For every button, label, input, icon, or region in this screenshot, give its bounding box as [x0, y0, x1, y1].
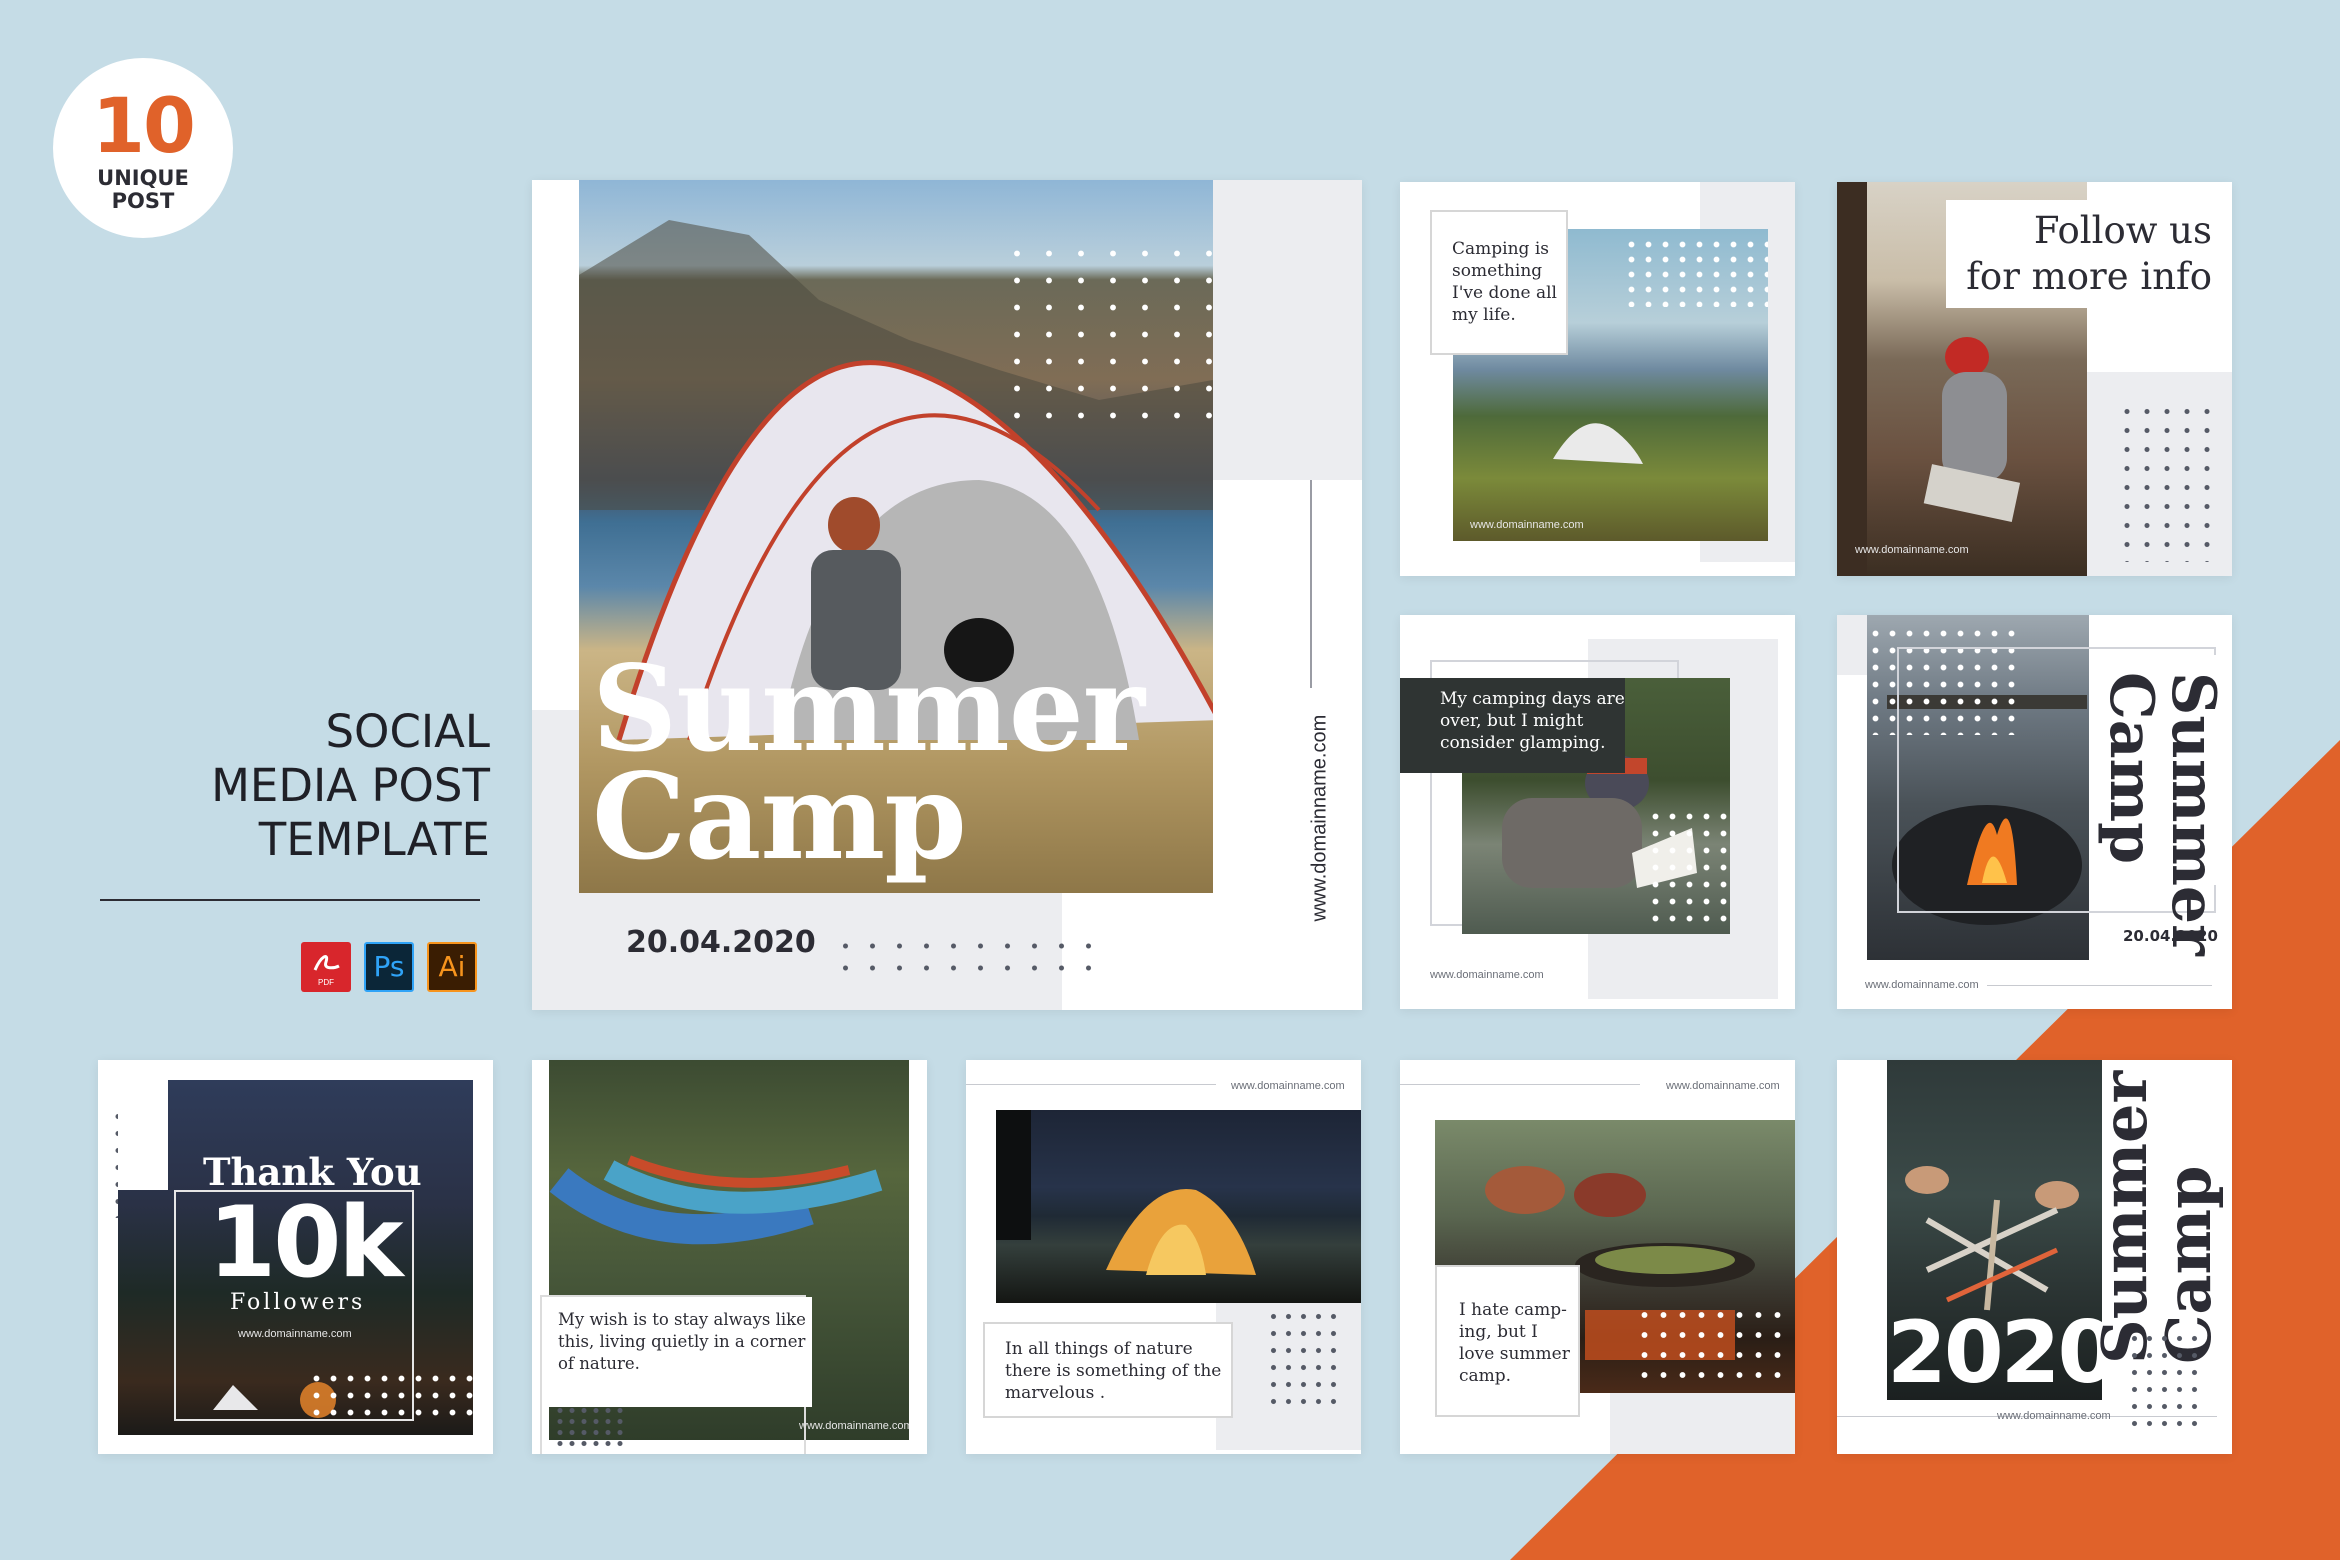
post8-quote: In all things of nature there is somethi… — [1005, 1339, 1222, 1403]
post-summer-camp-fire: Summer Camp 20.04.2020 www.domainname.co… — [1837, 615, 2232, 1009]
main-date: 20.04.2020 — [626, 925, 816, 960]
dark-dot-grid — [1266, 1308, 1341, 1408]
post-nature-quote: www.domainname.com In all things of natu… — [966, 1060, 1361, 1454]
template-heading: SOCIAL MEDIA POST TEMPLATE — [211, 705, 490, 867]
badge-number: 10 — [92, 81, 196, 170]
badge-label-2: POST — [111, 189, 175, 213]
post2-quote: Camping is something I've done all my li… — [1452, 239, 1557, 325]
photoshop-icon-label: Ps — [373, 950, 405, 983]
vertical-title: Summer Camp — [2088, 1071, 2232, 1364]
main-url: www.domainname.com — [1308, 714, 1331, 922]
quote-box-dark: My camping days are over, but I might co… — [1400, 678, 1625, 773]
post8-url: www.domainname.com — [1231, 1080, 1345, 1092]
post-summer-camp-main: Summer Camp 20.04.2020 www.domainname.co… — [532, 180, 1362, 1010]
badge-label-1: UNIQUE — [97, 166, 189, 190]
post7-quote: My wish is to stay always like this, liv… — [558, 1310, 806, 1373]
post7-url: www.domainname.com — [799, 1420, 909, 1432]
quote-box: I hate camp-ing, but I love summer camp. — [1435, 1265, 1580, 1417]
post-glamping-quote: My camping days are over, but I might co… — [1400, 615, 1795, 1009]
dark-dot-grid — [2117, 402, 2217, 562]
post-camping-quote: www.domainname.com Camping is something … — [1400, 182, 1795, 576]
dark-dot-grid — [832, 935, 1112, 979]
quote-box: Camping is something I've done all my li… — [1430, 210, 1568, 355]
dark-dot-grid — [2127, 1330, 2202, 1430]
post3-title-1: Follow us — [2033, 209, 2212, 252]
post5-title-2: Camp — [2096, 672, 2166, 865]
post-follow-us: www.domainname.com Follow us for more in… — [1837, 182, 2232, 576]
post3-url: www.domainname.com — [1855, 544, 1969, 556]
post-summer-camp-quote: www.domainname.com I hate camp-ing, but … — [1400, 1060, 1795, 1454]
post3-title-2: for more info — [1966, 255, 2212, 298]
white-dot-grid — [1635, 1305, 1785, 1385]
pdf-icon: PDF — [301, 942, 351, 992]
divider-line — [1400, 1084, 1640, 1085]
grey-block — [1212, 180, 1362, 480]
post4-url: www.domainname.com — [1430, 969, 1544, 981]
vertical-title: Summer Camp — [2096, 655, 2232, 956]
vertical-divider — [1310, 480, 1312, 688]
post9-url: www.domainname.com — [1666, 1080, 1780, 1092]
post5-title-1: Summer — [2158, 672, 2228, 956]
white-dot-grid — [1623, 237, 1768, 307]
divider-line — [966, 1084, 1216, 1085]
glowing-tent-photo — [996, 1110, 1361, 1303]
heading-line-2: MEDIA POST — [211, 759, 490, 812]
heading-line-3: TEMPLATE — [258, 813, 490, 866]
post2-url: www.domainname.com — [1470, 519, 1584, 531]
followers-label: Followers — [230, 1290, 366, 1315]
photoshop-icon: Ps — [364, 942, 414, 992]
post4-quote: My camping days are over, but I might co… — [1440, 689, 1625, 753]
quote-box: In all things of nature there is somethi… — [983, 1322, 1233, 1418]
pdf-icon-label: PDF — [318, 978, 334, 987]
followers-count: 10k — [208, 1186, 404, 1300]
heading-divider — [100, 899, 480, 901]
main-title-camp: Camp — [592, 747, 967, 886]
dark-dot-grid — [554, 1405, 624, 1451]
illustrator-icon: Ai — [427, 942, 477, 992]
heading-line-1: SOCIAL — [325, 705, 490, 758]
year-2020: 2020 — [1887, 1303, 2117, 1403]
post10-title-1: Summer — [2088, 1070, 2161, 1364]
post10-title-2: Camp — [2152, 1165, 2225, 1364]
post5-url: www.domainname.com — [1865, 979, 1979, 991]
post10-url: www.domainname.com — [1997, 1410, 2111, 1422]
white-dot-grid — [1001, 240, 1213, 430]
unique-post-badge: 10 UNIQUE POST — [53, 58, 233, 238]
post-thank-you-10k: Thank You 10k Followers www.domainname.c… — [98, 1060, 493, 1454]
post-hammock-quote: www.domainname.com My wish is to stay al… — [532, 1060, 927, 1454]
post6-url: www.domainname.com — [238, 1328, 352, 1340]
post5-date: 20.04.2020 — [2123, 927, 2218, 945]
post-summer-camp-2020: 2020 Summer Camp www.domainname.com — [1837, 1060, 2232, 1454]
divider-line — [1987, 985, 2212, 986]
illustrator-icon-label: Ai — [438, 950, 466, 983]
post9-quote: I hate camp-ing, but I love summer camp. — [1459, 1300, 1570, 1386]
white-dot-grid — [1647, 808, 1730, 928]
quote-box: My wish is to stay always like this, liv… — [542, 1297, 812, 1407]
follow-title-box: Follow us for more info — [1946, 200, 2232, 308]
